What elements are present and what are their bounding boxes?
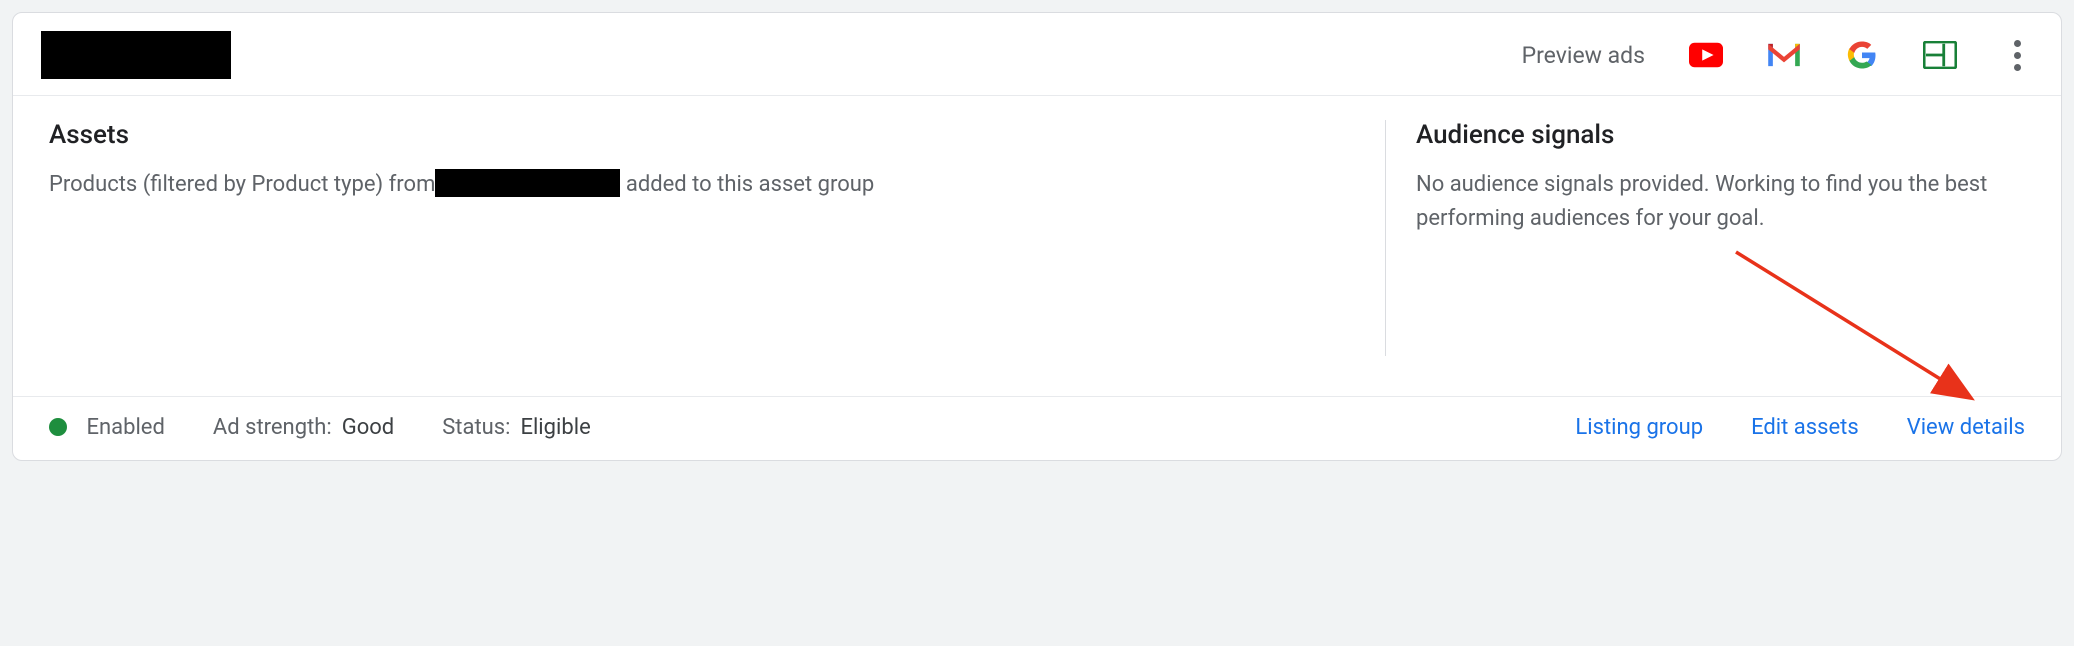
status-label: Status: — [442, 415, 510, 440]
status-dot-icon — [49, 418, 67, 436]
gmail-icon — [1767, 41, 1801, 69]
ad-strength-value: Good — [342, 415, 395, 440]
card-header: Preview ads — [13, 13, 2061, 96]
display-icon — [1923, 41, 1957, 69]
enabled-status: Enabled — [49, 415, 165, 440]
header-right: Preview ads — [1522, 40, 2033, 71]
edit-assets-link[interactable]: Edit assets — [1751, 415, 1859, 440]
listing-group-link[interactable]: Listing group — [1575, 415, 1703, 440]
assets-heading: Assets — [49, 120, 1355, 150]
youtube-icon — [1689, 41, 1723, 69]
assets-text-suffix: added to this asset group — [620, 172, 874, 197]
assets-column: Assets Products (filtered by Product typ… — [49, 120, 1385, 356]
feed-name-redacted — [435, 169, 620, 197]
audience-heading: Audience signals — [1416, 120, 2025, 150]
asset-group-card: Preview ads — [12, 12, 2062, 461]
google-g-icon — [1845, 41, 1879, 69]
card-footer: Enabled Ad strength: Good Status: Eligib… — [13, 396, 2061, 460]
footer-left: Enabled Ad strength: Good Status: Eligib… — [49, 415, 591, 440]
card-body: Assets Products (filtered by Product typ… — [13, 96, 2061, 396]
asset-group-title-redacted — [41, 31, 231, 79]
status-value: Eligible — [520, 415, 590, 440]
status: Status: Eligible — [442, 415, 591, 440]
view-details-link[interactable]: View details — [1907, 415, 2025, 440]
preview-ads-link[interactable]: Preview ads — [1522, 42, 1645, 69]
more-options-button[interactable] — [2001, 40, 2033, 71]
enabled-label: Enabled — [86, 415, 164, 440]
audience-column: Audience signals No audience signals pro… — [1385, 120, 2025, 356]
ad-strength-label: Ad strength: — [213, 415, 332, 440]
audience-description: No audience signals provided. Working to… — [1416, 168, 2025, 236]
channel-icons — [1689, 41, 1957, 69]
assets-description: Products (filtered by Product type) from… — [49, 168, 1355, 202]
ad-strength: Ad strength: Good — [213, 415, 394, 440]
assets-text-prefix: Products (filtered by Product type) from — [49, 172, 435, 197]
footer-actions: Listing group Edit assets View details — [1575, 415, 2025, 440]
